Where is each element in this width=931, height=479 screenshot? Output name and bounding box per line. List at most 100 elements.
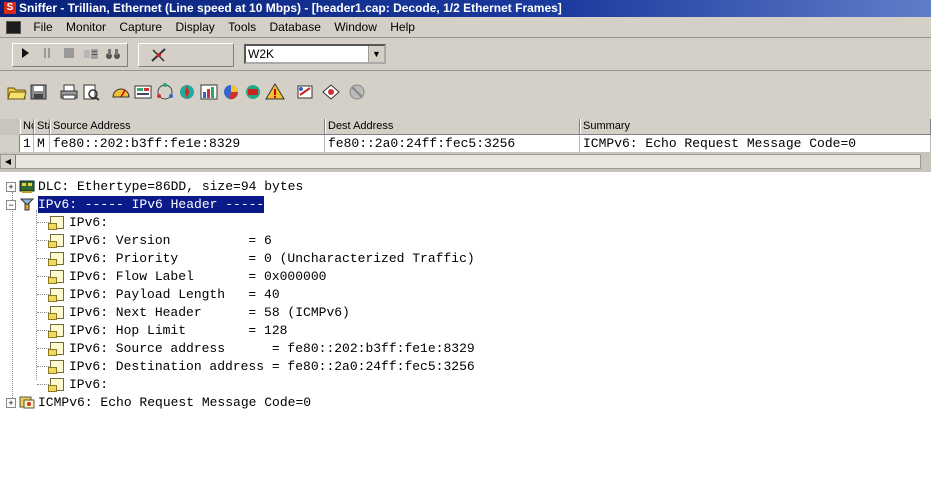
application-response-icon[interactable] <box>176 82 200 106</box>
tree-item-ipv6[interactable]: − IPv6: ----- IPv6 Header ----- <box>0 196 265 213</box>
horizontal-scrollbar[interactable]: ◀ <box>0 154 921 169</box>
tree-item-field[interactable]: IPv6: Flow Label = 0x000000 <box>0 268 326 285</box>
cell-stat: M <box>34 135 50 152</box>
profile-select[interactable]: W2K ▼ <box>244 44 386 64</box>
table-row[interactable]: 1 M fe80::202:b3ff:fe1e:8329 fe80::2a0:2… <box>0 135 931 152</box>
global-statistics-icon[interactable] <box>242 82 266 106</box>
cell-summary: ICMPv6: Echo Request Message Code=0 <box>580 135 931 152</box>
tree-item-label: IPv6: Flow Label = 0x000000 <box>69 269 327 284</box>
tree-item-dlc[interactable]: + DLC: Ethertype=86DD, size=94 bytes <box>0 178 303 195</box>
row-selector[interactable] <box>0 135 20 152</box>
dashboard-icon[interactable] <box>110 82 134 106</box>
capture-toolbar: W2K ▼ <box>0 38 931 71</box>
cell-source-address: fe80::202:b3ff:fe1e:8329 <box>50 135 325 152</box>
menu-tools[interactable]: Tools <box>223 17 261 37</box>
cell-no: 1 <box>20 135 34 152</box>
tree-item-field[interactable]: IPv6: Payload Length = 40 <box>0 286 280 303</box>
tree-item-label: IPv6: <box>69 215 109 230</box>
capture-controls <box>12 43 128 67</box>
sniffer-app-icon: S <box>4 2 16 14</box>
field-document-icon <box>48 378 64 392</box>
scroll-left-icon[interactable]: ◀ <box>1 155 16 168</box>
field-document-icon <box>48 234 64 248</box>
column-summary[interactable]: Summary <box>580 119 931 134</box>
menu-database[interactable]: Database <box>265 17 326 37</box>
profile-select-value: W2K <box>248 47 275 61</box>
column-stat[interactable]: Stat <box>34 119 50 134</box>
address-book-icon[interactable] <box>320 82 344 106</box>
stop-and-display-button[interactable] <box>81 46 101 64</box>
field-document-icon <box>48 342 64 356</box>
tree-item-label: IPv6: Destination address = fe80::2a0:24… <box>69 359 475 374</box>
window-title: Sniffer - Trillian, Ethernet (Line speed… <box>19 1 562 15</box>
tree-item-label: IPv6: <box>69 377 109 392</box>
menu-capture[interactable]: Capture <box>114 17 167 37</box>
menu-bar: File Monitor Capture Display Tools Datab… <box>0 17 931 38</box>
decode-tree: + DLC: Ethertype=86DD, size=94 bytes − I… <box>0 178 931 412</box>
tree-item-label: IPv6: ----- IPv6 Header ----- <box>38 196 265 213</box>
print-preview-icon[interactable] <box>80 82 104 106</box>
filter-group <box>138 43 234 67</box>
expand-icon[interactable]: + <box>6 182 16 192</box>
binoculars-icon[interactable] <box>103 46 123 64</box>
field-document-icon <box>48 216 64 230</box>
protocol-layer-icon <box>19 197 35 211</box>
stop-capture-button[interactable] <box>59 46 79 64</box>
column-no[interactable]: No. <box>20 119 34 134</box>
collapse-icon[interactable]: − <box>6 200 16 210</box>
expand-icon[interactable]: + <box>6 398 16 408</box>
menu-window[interactable]: Window <box>329 17 382 37</box>
tree-item-field[interactable]: IPv6: Priority = 0 (Uncharacterized Traf… <box>0 250 475 267</box>
tree-item-label: IPv6: Source address = fe80::202:b3ff:fe… <box>69 341 475 356</box>
tree-connector <box>36 210 37 380</box>
packet-list-header: No. Stat Source Address Dest Address Sum… <box>20 119 931 135</box>
field-document-icon <box>48 270 64 284</box>
column-dest-address[interactable]: Dest Address <box>325 119 580 134</box>
network-card-icon <box>19 179 35 193</box>
print-icon[interactable] <box>58 82 82 106</box>
title-bar: S Sniffer - Trillian, Ethernet (Line spee… <box>0 0 931 17</box>
tree-item-icmpv6[interactable]: + ICMPv6: Echo Request Message Code=0 <box>0 394 311 411</box>
tree-item-field[interactable]: IPv6: <box>0 376 108 393</box>
disabled-action-icon[interactable] <box>346 82 370 106</box>
tree-item-label: IPv6: Priority = 0 (Uncharacterized Traf… <box>69 251 475 266</box>
start-capture-button[interactable] <box>15 46 35 64</box>
main-toolbar <box>0 71 931 119</box>
field-document-icon <box>48 288 64 302</box>
history-samples-icon[interactable] <box>198 82 222 106</box>
chevron-down-icon[interactable]: ▼ <box>368 46 384 62</box>
column-source-address[interactable]: Source Address <box>50 119 325 134</box>
menu-monitor[interactable]: Monitor <box>61 17 111 37</box>
menu-file[interactable]: File <box>28 17 57 37</box>
expert-icon[interactable] <box>294 82 318 106</box>
matrix-icon[interactable] <box>154 82 178 106</box>
tree-item-field[interactable]: IPv6: Hop Limit = 128 <box>0 322 287 339</box>
field-document-icon <box>48 324 64 338</box>
protocol-packet-icon <box>19 395 35 409</box>
host-table-icon[interactable] <box>132 82 156 106</box>
tree-item-field[interactable]: IPv6: <box>0 214 108 231</box>
tree-item-field[interactable]: IPv6: Next Header = 58 (ICMPv6) <box>0 304 350 321</box>
define-filter-button[interactable] <box>149 46 169 64</box>
system-menu-icon[interactable] <box>6 21 21 34</box>
cell-dest-address: fe80::2a0:24ff:fec5:3256 <box>325 135 580 152</box>
field-document-icon <box>48 360 64 374</box>
protocol-distribution-icon[interactable] <box>220 82 244 106</box>
open-folder-icon[interactable] <box>6 82 30 106</box>
tree-item-label: ICMPv6: Echo Request Message Code=0 <box>38 395 312 410</box>
tree-item-label: IPv6: Version = 6 <box>69 233 272 248</box>
pause-capture-button[interactable] <box>37 46 57 64</box>
tree-item-field[interactable]: IPv6: Destination address = fe80::2a0:24… <box>0 358 475 375</box>
save-icon[interactable] <box>28 82 52 106</box>
tree-item-field[interactable]: IPv6: Source address = fe80::202:b3ff:fe… <box>0 340 475 357</box>
tree-item-field[interactable]: IPv6: Version = 6 <box>0 232 272 249</box>
tree-item-label: IPv6: Payload Length = 40 <box>69 287 280 302</box>
field-document-icon <box>48 306 64 320</box>
menu-display[interactable]: Display <box>170 17 219 37</box>
field-document-icon <box>48 252 64 266</box>
packet-list: No. Stat Source Address Dest Address Sum… <box>0 119 931 172</box>
tree-item-label: IPv6: Hop Limit = 128 <box>69 323 288 338</box>
menu-help[interactable]: Help <box>385 17 420 37</box>
tree-item-label: DLC: Ethertype=86DD, size=94 bytes <box>38 179 304 194</box>
alarm-log-icon[interactable] <box>264 82 288 106</box>
